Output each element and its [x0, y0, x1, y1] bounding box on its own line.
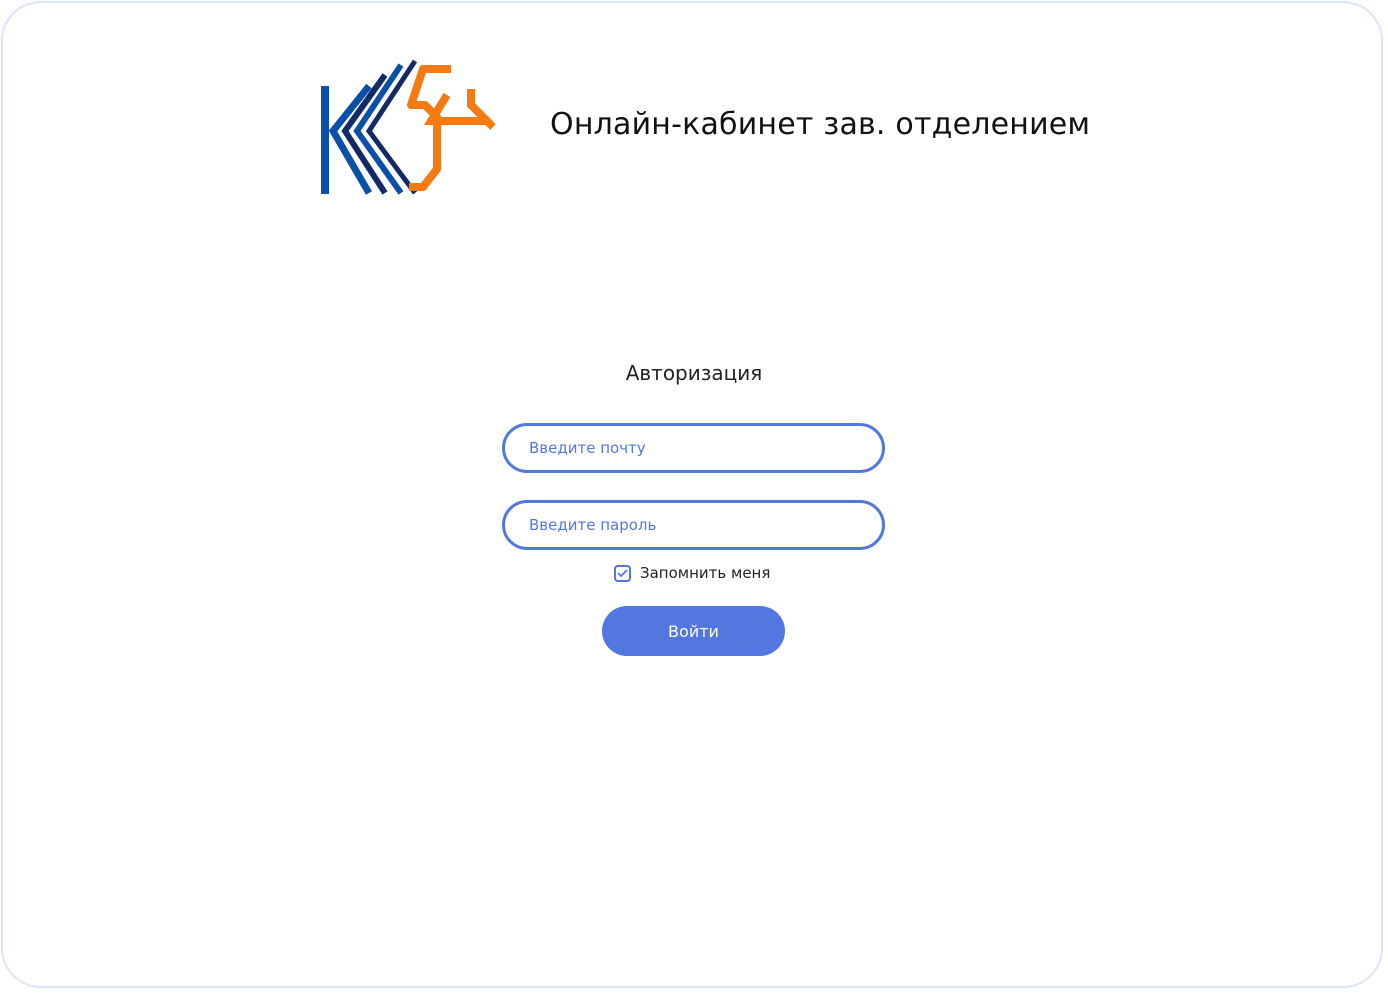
auth-heading: Авторизация: [625, 361, 763, 385]
login-button[interactable]: Войти: [602, 606, 785, 656]
k54-logo: [319, 59, 496, 197]
email-input[interactable]: [502, 423, 885, 473]
password-input[interactable]: [502, 500, 885, 550]
page-title: Онлайн-кабинет зав. отделением: [550, 107, 1091, 142]
remember-me-checkbox[interactable]: Запомнить меня: [614, 564, 770, 582]
page-frame: Онлайн-кабинет зав. отделением: [1, 1, 1383, 988]
remember-me-label: Запомнить меня: [640, 564, 771, 582]
checkbox-checked-icon[interactable]: [614, 564, 631, 582]
